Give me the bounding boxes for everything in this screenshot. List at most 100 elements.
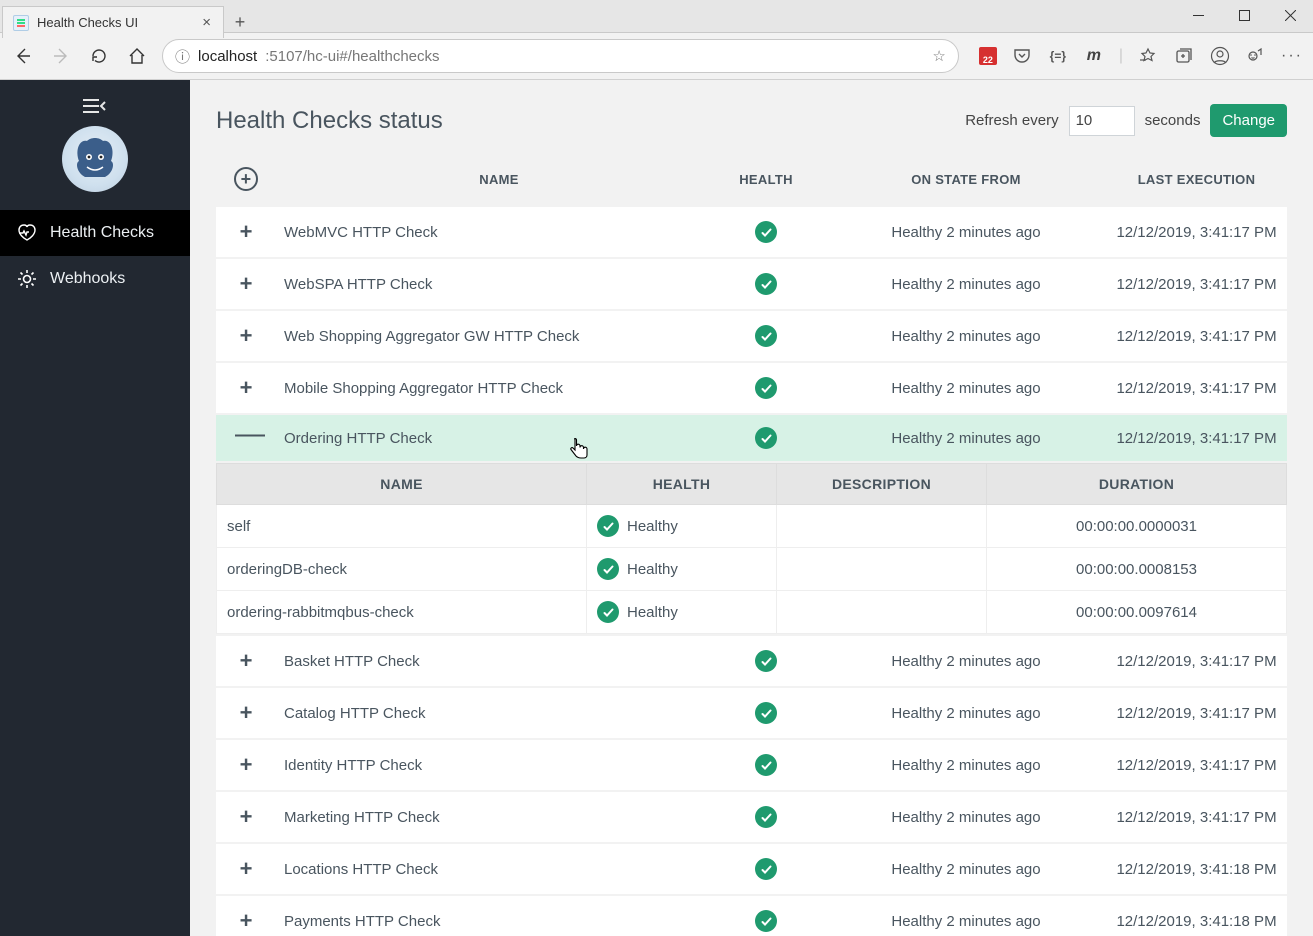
expand-icon[interactable]: + <box>235 271 257 297</box>
sidebar-toggle-button[interactable] <box>0 92 190 126</box>
row-exec: 12/12/2019, 3:41:18 PM <box>1106 896 1287 936</box>
col-state-header[interactable]: ON STATE FROM <box>826 153 1106 205</box>
row-exec: 12/12/2019, 3:41:17 PM <box>1106 311 1287 361</box>
col-health-header[interactable]: HEALTH <box>706 153 826 205</box>
window-close-button[interactable] <box>1267 0 1313 30</box>
table-row[interactable]: +WebSPA HTTP CheckHealthy 2 minutes ago1… <box>216 259 1287 309</box>
detail-panel: NAMEHEALTHDESCRIPTIONDURATIONselfHealthy… <box>216 463 1287 634</box>
check-icon <box>755 754 777 776</box>
expand-icon[interactable]: + <box>235 752 257 778</box>
window-minimize-button[interactable] <box>1175 0 1221 30</box>
table-row[interactable]: +Identity HTTP CheckHealthy 2 minutes ag… <box>216 740 1287 790</box>
sidebar-item-label: Webhooks <box>50 270 125 288</box>
detail-desc <box>777 505 987 548</box>
profile-icon[interactable] <box>1209 45 1231 67</box>
expand-icon[interactable]: + <box>235 700 257 726</box>
favorites-icon[interactable] <box>1137 45 1159 67</box>
check-icon <box>597 601 619 623</box>
sidebar: Health Checks Webhooks <box>0 80 190 936</box>
check-icon <box>755 806 777 828</box>
row-name: Marketing HTTP Check <box>276 792 706 842</box>
avatar <box>62 126 128 192</box>
ext-calendar-icon[interactable]: 22 <box>979 47 997 65</box>
collections-icon[interactable] <box>1173 45 1195 67</box>
refresh-interval-input[interactable] <box>1069 106 1135 136</box>
check-icon <box>755 427 777 449</box>
detail-desc <box>777 548 987 591</box>
table-row[interactable]: +Catalog HTTP CheckHealthy 2 minutes ago… <box>216 688 1287 738</box>
row-exec: 12/12/2019, 3:41:17 PM <box>1106 363 1287 413</box>
expand-icon[interactable]: + <box>235 219 257 245</box>
more-icon[interactable]: ··· <box>1281 45 1303 67</box>
nav-back-button[interactable] <box>10 43 36 69</box>
table-row[interactable]: — Ordering HTTP Check Healthy 2 minutes ag… <box>216 415 1287 461</box>
page-content[interactable]: Health Checks status Refresh every secon… <box>190 80 1313 936</box>
expand-icon[interactable]: + <box>235 323 257 349</box>
address-bar[interactable]: ⓘ localhost:5107/hc-ui#/healthchecks ☆ <box>162 39 959 73</box>
nav-home-button[interactable] <box>124 43 150 69</box>
row-exec: 12/12/2019, 3:41:17 PM <box>1106 207 1287 257</box>
row-state: Healthy 2 minutes ago <box>826 688 1106 738</box>
ext-braces-icon[interactable]: {=} <box>1047 45 1069 67</box>
detail-col-header: DURATION <box>987 464 1287 505</box>
sidebar-item-webhooks[interactable]: Webhooks <box>0 256 190 302</box>
row-exec: 12/12/2019, 3:41:17 PM <box>1106 740 1287 790</box>
table-row[interactable]: +WebMVC HTTP CheckHealthy 2 minutes ago1… <box>216 207 1287 257</box>
nav-refresh-button[interactable] <box>86 43 112 69</box>
new-tab-button[interactable]: + <box>224 6 256 38</box>
window-controls: Health Checks UI × + <box>0 0 1313 32</box>
tab-favicon <box>13 15 29 31</box>
row-state: Healthy 2 minutes ago <box>826 207 1106 257</box>
row-exec: 12/12/2019, 3:41:17 PM <box>1106 415 1287 461</box>
window-maximize-button[interactable] <box>1221 0 1267 30</box>
table-row[interactable]: +Marketing HTTP CheckHealthy 2 minutes a… <box>216 792 1287 842</box>
sidebar-item-health-checks[interactable]: Health Checks <box>0 210 190 256</box>
row-name: Ordering HTTP Check <box>276 415 706 461</box>
tab-close-icon[interactable]: × <box>202 14 211 31</box>
check-icon <box>755 377 777 399</box>
row-name: Mobile Shopping Aggregator HTTP Check <box>276 363 706 413</box>
check-icon <box>597 515 619 537</box>
collapse-icon[interactable]: — <box>235 429 257 439</box>
row-state: Healthy 2 minutes ago <box>826 636 1106 686</box>
nav-forward-button[interactable] <box>48 43 74 69</box>
site-info-icon[interactable]: ⓘ <box>175 46 190 67</box>
change-button[interactable]: Change <box>1210 104 1287 137</box>
row-name: WebSPA HTTP Check <box>276 259 706 309</box>
row-name: Locations HTTP Check <box>276 844 706 894</box>
url-host: localhost <box>198 48 257 65</box>
browser-tab[interactable]: Health Checks UI × <box>2 6 224 38</box>
col-exec-header[interactable]: LAST EXECUTION <box>1106 153 1287 205</box>
row-state: Healthy 2 minutes ago <box>826 740 1106 790</box>
bookmark-star-icon[interactable]: ☆ <box>932 47 945 65</box>
row-state: Healthy 2 minutes ago <box>826 415 1106 461</box>
expand-icon[interactable]: + <box>235 804 257 830</box>
check-icon <box>755 650 777 672</box>
detail-col-header: HEALTH <box>587 464 777 505</box>
expand-icon[interactable]: + <box>235 856 257 882</box>
col-name-header[interactable]: NAME <box>276 153 706 205</box>
table-row[interactable]: +Web Shopping Aggregator GW HTTP CheckHe… <box>216 311 1287 361</box>
table-row[interactable]: +Payments HTTP CheckHealthy 2 minutes ag… <box>216 896 1287 936</box>
check-icon <box>755 273 777 295</box>
detail-col-header: NAME <box>217 464 587 505</box>
detail-duration: 00:00:00.0000031 <box>987 505 1287 548</box>
detail-health: Healthy <box>627 561 678 578</box>
expand-icon[interactable]: + <box>235 908 257 934</box>
row-state: Healthy 2 minutes ago <box>826 896 1106 936</box>
ext-pocket-icon[interactable] <box>1011 45 1033 67</box>
expand-icon[interactable]: + <box>235 375 257 401</box>
ext-m-icon[interactable]: m <box>1083 45 1105 67</box>
feedback-icon[interactable] <box>1245 45 1267 67</box>
sidebar-item-label: Health Checks <box>50 224 154 242</box>
table-row[interactable]: +Basket HTTP CheckHealthy 2 minutes ago1… <box>216 636 1287 686</box>
detail-duration: 00:00:00.0097614 <box>987 591 1287 634</box>
table-row[interactable]: +Mobile Shopping Aggregator HTTP CheckHe… <box>216 363 1287 413</box>
row-state: Healthy 2 minutes ago <box>826 259 1106 309</box>
expand-icon[interactable]: + <box>235 648 257 674</box>
table-row[interactable]: +Locations HTTP CheckHealthy 2 minutes a… <box>216 844 1287 894</box>
check-icon <box>755 910 777 932</box>
row-exec: 12/12/2019, 3:41:17 PM <box>1106 636 1287 686</box>
col-expand-header[interactable]: + <box>216 153 276 205</box>
row-exec: 12/12/2019, 3:41:17 PM <box>1106 688 1287 738</box>
